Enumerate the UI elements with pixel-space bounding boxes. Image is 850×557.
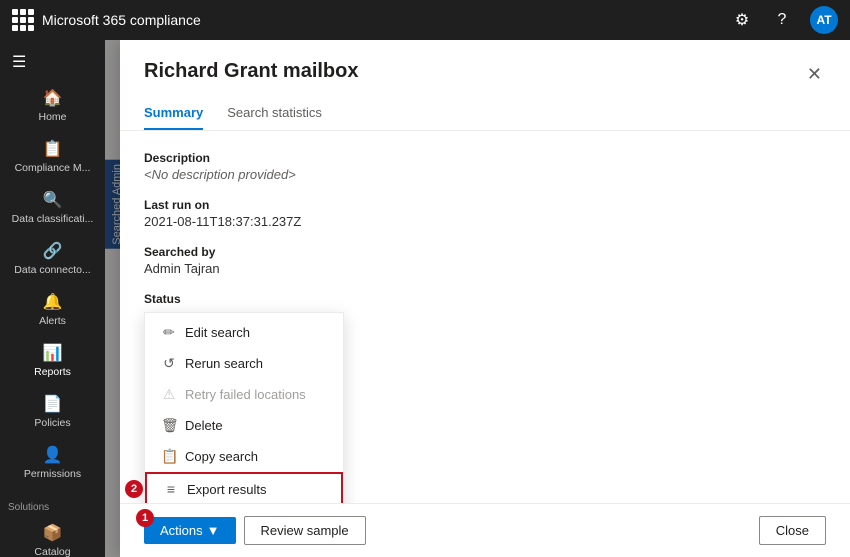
- description-label: Description: [144, 151, 826, 165]
- badge-1: 1: [136, 509, 154, 527]
- dropdown-item-copy[interactable]: 📋 Copy search: [145, 441, 343, 472]
- alerts-icon: 🔔: [43, 292, 63, 312]
- dropdown-item-edit[interactable]: ✏ Edit search: [145, 317, 343, 348]
- searched-by-label: Searched by: [144, 245, 826, 259]
- status-label: Status: [144, 292, 826, 306]
- sidebar-item-alerts[interactable]: 🔔 Alerts: [0, 284, 105, 335]
- sidebar-item-data-class[interactable]: 🔍 Data classificati...: [0, 182, 105, 233]
- dropdown-label-delete: Delete: [185, 418, 223, 433]
- compliance-icon: 📋: [43, 139, 63, 159]
- sidebar-item-home[interactable]: 🏠 Home: [0, 80, 105, 131]
- sidebar-label-catalog: Catalog: [34, 546, 70, 557]
- sidebar-item-reports[interactable]: 📊 Reports: [0, 335, 105, 386]
- detail-panel: Richard Grant mailbox ✕ Summary Search s…: [120, 40, 850, 557]
- sidebar-label-data-class: Data classificati...: [12, 213, 94, 225]
- reports-icon: 📊: [43, 343, 63, 363]
- dropdown-item-delete[interactable]: 🗑 Delete: [145, 410, 343, 441]
- edit-icon: ✏: [161, 324, 177, 341]
- topbar: Microsoft 365 compliance ⚙ ? AT: [0, 0, 850, 40]
- searched-by-value: Admin Tajran: [144, 261, 826, 276]
- sidebar-label-compliance: Compliance M...: [15, 162, 91, 174]
- sidebar-label-home: Home: [38, 111, 66, 123]
- dropdown-label-edit: Edit search: [185, 325, 250, 340]
- delete-icon: 🗑: [161, 417, 177, 434]
- topbar-icons: ⚙ ? AT: [730, 6, 838, 34]
- data-class-icon: 🔍: [43, 190, 63, 210]
- panel-body: Description <No description provided> La…: [120, 131, 850, 503]
- tab-statistics[interactable]: Search statistics: [227, 97, 322, 130]
- panel-title: Richard Grant mailbox: [144, 60, 359, 83]
- permissions-icon: 👤: [43, 445, 63, 465]
- settings-icon[interactable]: ⚙: [730, 8, 754, 32]
- actions-button[interactable]: 1 Actions ▼: [144, 517, 236, 544]
- copy-icon: 📋: [161, 448, 177, 465]
- sidebar-label-reports: Reports: [34, 366, 71, 378]
- last-run-label: Last run on: [144, 198, 826, 212]
- home-icon: 🏠: [43, 88, 63, 108]
- sidebar-label-policies: Policies: [34, 417, 70, 429]
- solutions-label: Solutions: [0, 496, 105, 515]
- content-area: Searched Admin ℹ 💬 Richard Grant mailbox…: [105, 40, 850, 557]
- close-button[interactable]: Close: [759, 516, 826, 545]
- sidebar-item-permissions[interactable]: 👤 Permissions: [0, 437, 105, 488]
- actions-dropdown-menu: ✏ Edit search ↺ Rerun search ⚠ Retry fai…: [144, 312, 344, 503]
- sidebar-item-compliance[interactable]: 📋 Compliance M...: [0, 131, 105, 182]
- panel-footer: 1 Actions ▼ Review sample Close: [120, 503, 850, 557]
- catalog-icon: 📦: [43, 523, 63, 543]
- actions-label: Actions: [160, 523, 203, 538]
- connectors-icon: 🔗: [43, 241, 63, 261]
- review-sample-button[interactable]: Review sample: [244, 516, 366, 545]
- sidebar-label-permissions: Permissions: [24, 468, 81, 480]
- export-results-icon: ≡: [163, 481, 179, 497]
- dropdown-item-rerun[interactable]: ↺ Rerun search: [145, 348, 343, 379]
- panel-header: Richard Grant mailbox ✕: [120, 40, 850, 89]
- actions-chevron: ▼: [207, 523, 220, 538]
- user-avatar[interactable]: AT: [810, 6, 838, 34]
- rerun-icon: ↺: [161, 355, 177, 372]
- dropdown-item-export-results[interactable]: 2 ≡ Export results: [145, 472, 343, 503]
- status-section: Status ✏ Edit search ↺ Rerun search ⚠: [144, 292, 826, 306]
- description-value: <No description provided>: [144, 167, 826, 182]
- policies-icon: 📄: [43, 394, 63, 414]
- app-title: Microsoft 365 compliance: [42, 12, 730, 28]
- dropdown-label-export-results: Export results: [187, 482, 266, 497]
- hamburger-icon[interactable]: ☰: [0, 44, 105, 80]
- sidebar-label-connectors: Data connecto...: [14, 264, 90, 276]
- tab-summary[interactable]: Summary: [144, 97, 203, 130]
- sidebar: ☰ 🏠 Home 📋 Compliance M... 🔍 Data classi…: [0, 40, 105, 557]
- sidebar-item-catalog[interactable]: 📦 Catalog: [0, 515, 105, 557]
- help-icon[interactable]: ?: [770, 8, 794, 32]
- sidebar-label-alerts: Alerts: [39, 315, 66, 327]
- dropdown-label-retry: Retry failed locations: [185, 387, 306, 402]
- retry-icon: ⚠: [161, 386, 177, 403]
- badge-2: 2: [125, 480, 143, 498]
- sidebar-item-policies[interactable]: 📄 Policies: [0, 386, 105, 437]
- last-run-value: 2021-08-11T18:37:31.237Z: [144, 214, 826, 229]
- panel-tabs: Summary Search statistics: [120, 97, 850, 131]
- app-grid-icon[interactable]: [12, 9, 34, 31]
- dropdown-label-rerun: Rerun search: [185, 356, 263, 371]
- panel-close-button[interactable]: ✕: [803, 60, 826, 89]
- dropdown-item-retry: ⚠ Retry failed locations: [145, 379, 343, 410]
- sidebar-item-connectors[interactable]: 🔗 Data connecto...: [0, 233, 105, 284]
- main-layout: ☰ 🏠 Home 📋 Compliance M... 🔍 Data classi…: [0, 40, 850, 557]
- dropdown-label-copy: Copy search: [185, 449, 258, 464]
